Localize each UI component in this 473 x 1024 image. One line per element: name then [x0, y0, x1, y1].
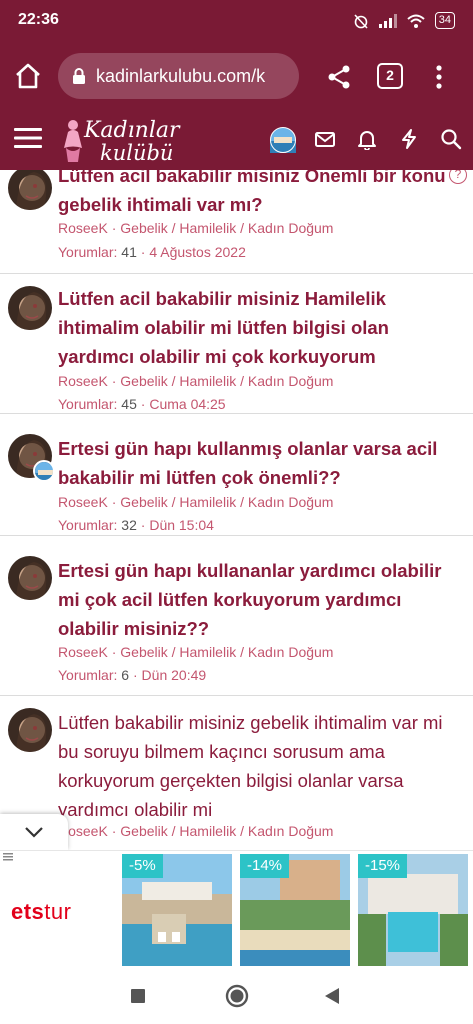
search-button[interactable]	[440, 128, 466, 154]
author-avatar[interactable]	[8, 170, 52, 210]
chevron-down-icon	[25, 827, 43, 838]
signal-icon	[378, 13, 397, 28]
logo-line-2: kulübü	[100, 141, 174, 165]
thread-list: ? Lütfen acil bakabilir misiniz Önemli b…	[0, 170, 473, 850]
author-avatar[interactable]	[8, 286, 52, 330]
bell-icon	[358, 131, 376, 151]
thread-item[interactable]: Lütfen acil bakabilir misiniz Hamilelik …	[0, 274, 473, 414]
site-header: Kadınlar kulübü	[0, 108, 473, 170]
replies-label: Yorumlar:	[58, 244, 118, 260]
thread-item[interactable]: ? Lütfen acil bakabilir misiniz Önemli b…	[0, 170, 473, 274]
share-button[interactable]	[324, 62, 354, 92]
thread-date[interactable]: Dün 15:04	[149, 517, 214, 533]
hamburger-icon	[14, 128, 42, 148]
discount-badge: -5%	[122, 854, 163, 878]
menu-button[interactable]	[14, 126, 42, 150]
thread-date[interactable]: Dün 20:49	[142, 667, 207, 683]
author-avatar[interactable]	[8, 556, 52, 600]
thread-author[interactable]: RoseeK	[58, 220, 108, 236]
browser-menu-button[interactable]	[428, 62, 450, 92]
thread-title[interactable]: Lütfen acil bakabilir misiniz Önemli bir…	[58, 170, 463, 219]
thread-author[interactable]: RoseeK	[58, 373, 108, 389]
circle-icon	[225, 984, 249, 1008]
thread-title[interactable]: Lütfen bakabilir misiniz gebelik ihtimal…	[58, 708, 463, 824]
last-poster-avatar[interactable]	[33, 460, 55, 482]
thread-date[interactable]: Cuma 04:25	[149, 396, 225, 412]
system-nav-bar	[0, 968, 473, 1024]
search-icon	[441, 129, 462, 150]
thread-meta: RoseeK · Gebelik / Hamilelik / Kadın Doğ…	[58, 373, 334, 389]
thread-category[interactable]: Gebelik / Hamilelik / Kadın Doğum	[120, 373, 333, 389]
thread-category[interactable]: Gebelik / Hamilelik / Kadın Doğum	[120, 823, 333, 839]
bolt-icon	[402, 129, 416, 149]
thread-stats: Yorumlar: 45 · Cuma 04:25	[58, 396, 226, 412]
replies-label: Yorumlar:	[58, 667, 118, 683]
ad-collapse-button[interactable]	[0, 814, 68, 850]
replies-count: 45	[121, 396, 137, 412]
thread-category[interactable]: Gebelik / Hamilelik / Kadın Doğum	[120, 644, 333, 660]
thread-item[interactable]: Ertesi gün hapı kullananlar yardımcı ola…	[0, 546, 473, 696]
thread-author[interactable]: RoseeK	[58, 494, 108, 510]
ad-hotel-card[interactable]: -15%	[358, 854, 468, 966]
recents-button[interactable]	[130, 988, 146, 1004]
url-text: kadinlarkulubu.com/k	[96, 65, 266, 86]
thread-title[interactable]: Ertesi gün hapı kullananlar yardımcı ola…	[58, 556, 463, 643]
ad-hotel-card[interactable]: -5%	[122, 854, 232, 966]
back-triangle-icon	[325, 988, 339, 1004]
thread-author[interactable]: RoseeK	[58, 644, 108, 660]
thread-category[interactable]: Gebelik / Hamilelik / Kadın Doğum	[120, 494, 333, 510]
mail-icon	[315, 132, 335, 147]
thread-stats: Yorumlar: 41 · 4 Ağustos 2022	[58, 244, 246, 260]
wifi-icon	[407, 14, 425, 28]
user-avatar-button[interactable]	[270, 127, 296, 153]
thread-stats: Yorumlar: 32 · Dün 15:04	[58, 517, 214, 533]
home-nav-button[interactable]	[225, 984, 249, 1008]
lock-icon	[73, 68, 85, 84]
tab-switcher-button[interactable]: 2	[377, 63, 403, 89]
thread-stats: Yorumlar: 6 · Dün 20:49	[58, 667, 207, 683]
status-time: 22:36	[18, 11, 59, 28]
more-vert-icon	[436, 65, 442, 89]
whats-new-button[interactable]	[398, 128, 424, 154]
thread-meta: RoseeK · Gebelik / Hamilelik / Kadın Doğ…	[58, 494, 334, 510]
share-icon	[328, 65, 350, 89]
home-icon	[16, 63, 40, 89]
replies-count: 41	[121, 244, 137, 260]
messages-button[interactable]	[314, 128, 340, 154]
status-icons: 34	[353, 12, 455, 29]
browser-toolbar: kadinlarkulubu.com/k 2	[0, 44, 473, 108]
ad-brand-logo[interactable]: etstur	[11, 899, 71, 925]
thread-meta: RoseeK · Gebelik / Hamilelik / Kadın Doğ…	[58, 823, 334, 839]
replies-count: 32	[121, 517, 137, 533]
status-bar: 22:36 34	[0, 0, 473, 44]
replies-label: Yorumlar:	[58, 396, 118, 412]
home-button[interactable]	[12, 60, 44, 92]
ad-banner[interactable]: etstur -5% -14% -15%	[0, 850, 473, 968]
square-icon	[131, 989, 145, 1003]
avatar	[270, 127, 296, 153]
author-avatar[interactable]	[8, 708, 52, 752]
logo-line-1: Kadınlar	[84, 118, 180, 143]
thread-meta: RoseeK · Gebelik / Hamilelik / Kadın Doğ…	[58, 644, 334, 660]
thread-item[interactable]: Lütfen bakabilir misiniz gebelik ihtimal…	[0, 698, 473, 850]
thread-date[interactable]: 4 Ağustos 2022	[149, 244, 246, 260]
thread-meta: RoseeK · Gebelik / Hamilelik / Kadın Doğ…	[58, 220, 334, 236]
thread-category[interactable]: Gebelik / Hamilelik / Kadın Doğum	[120, 220, 333, 236]
ad-marker-icon	[3, 853, 13, 861]
discount-badge: -14%	[240, 854, 290, 878]
logo-figure-icon	[64, 120, 82, 162]
thread-item[interactable]: Ertesi gün hapı kullanmış olanlar varsa …	[0, 424, 473, 536]
address-bar[interactable]: kadinlarkulubu.com/k	[58, 53, 299, 99]
alarm-off-icon	[354, 13, 368, 29]
discount-badge: -15%	[358, 854, 408, 878]
thread-title[interactable]: Lütfen acil bakabilir misiniz Hamilelik …	[58, 284, 463, 371]
battery-icon: 34	[434, 12, 455, 29]
thread-title[interactable]: Ertesi gün hapı kullanmış olanlar varsa …	[58, 434, 463, 492]
replies-count: 6	[121, 667, 130, 683]
ad-hotel-card[interactable]: -14%	[240, 854, 350, 966]
back-button[interactable]	[324, 987, 340, 1005]
site-logo[interactable]: Kadınlar kulübü	[60, 114, 180, 166]
notifications-button[interactable]	[356, 128, 382, 154]
replies-label: Yorumlar:	[58, 517, 118, 533]
